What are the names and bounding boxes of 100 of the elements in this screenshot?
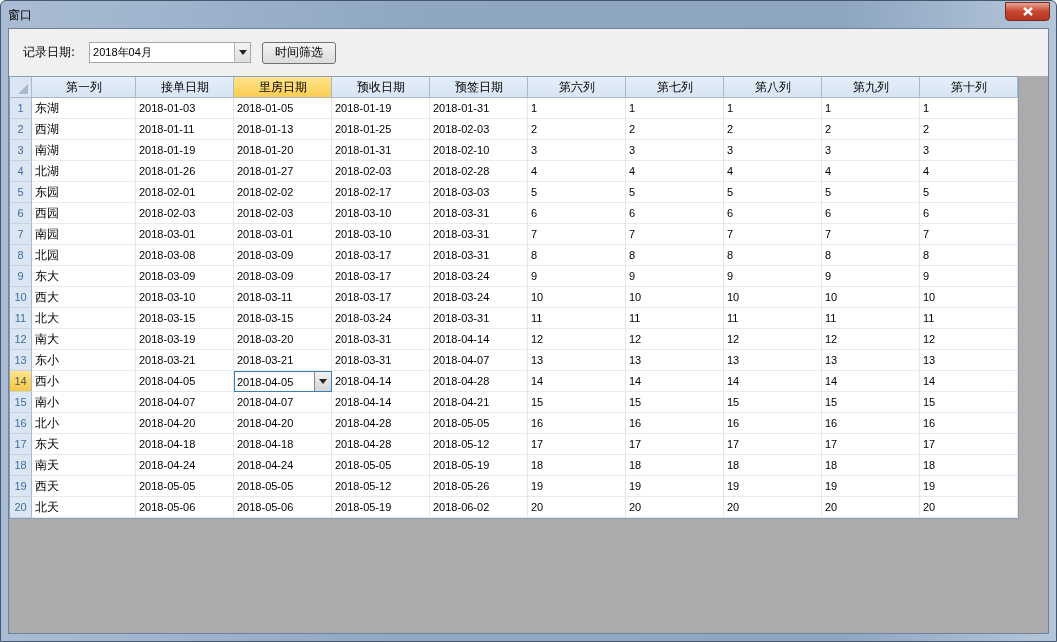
close-button[interactable] — [1005, 2, 1050, 21]
column-header[interactable]: 第九列 — [822, 77, 920, 98]
table-cell: 2018-02-02 — [234, 182, 332, 203]
column-header[interactable]: 预收日期 — [332, 77, 430, 98]
table-cell: 10 — [822, 287, 920, 308]
table-cell: 2018-03-24 — [430, 266, 528, 287]
table-cell: 10 — [920, 287, 1018, 308]
table-cell: 2018-03-31 — [430, 245, 528, 266]
row-header[interactable]: 3 — [10, 140, 32, 161]
table-cell: 17 — [920, 434, 1018, 455]
table-cell: 2018-03-31 — [332, 329, 430, 350]
row-header[interactable]: 7 — [10, 224, 32, 245]
column-header[interactable]: 第八列 — [724, 77, 822, 98]
table-cell: 7 — [528, 224, 626, 245]
table-cell: 11 — [626, 308, 724, 329]
date-editor-field[interactable]: 2018-04-05 — [234, 371, 332, 392]
table-cell: 2018-03-20 — [234, 329, 332, 350]
table-cell: 9 — [822, 266, 920, 287]
row-header[interactable]: 8 — [10, 245, 32, 266]
column-header[interactable]: 接单日期 — [136, 77, 234, 98]
table-cell: 14 — [528, 371, 626, 392]
table-cell: 2018-04-18 — [234, 434, 332, 455]
table-cell: 2018-04-07 — [234, 392, 332, 413]
table-cell: 南大 — [32, 329, 136, 350]
row-header[interactable]: 13 — [10, 350, 32, 371]
row-header[interactable]: 1 — [10, 98, 32, 119]
table-cell: 1 — [920, 98, 1018, 119]
row-header[interactable]: 6 — [10, 203, 32, 224]
row-header[interactable]: 16 — [10, 413, 32, 434]
table-cell: 5 — [724, 182, 822, 203]
table-cell: 17 — [528, 434, 626, 455]
table-cell: 20 — [626, 497, 724, 518]
table-cell: 2018-02-17 — [332, 182, 430, 203]
row-header[interactable]: 17 — [10, 434, 32, 455]
table-cell: 9 — [724, 266, 822, 287]
table-cell: 2018-04-28 — [430, 371, 528, 392]
row-header[interactable]: 4 — [10, 161, 32, 182]
table-cell: 7 — [822, 224, 920, 245]
row-header[interactable]: 14 — [10, 371, 32, 392]
table-cell: 16 — [822, 413, 920, 434]
table-cell: 2018-03-10 — [332, 224, 430, 245]
table-cell: 12 — [724, 329, 822, 350]
row-header[interactable]: 19 — [10, 476, 32, 497]
table-cell: 11 — [724, 308, 822, 329]
row-header[interactable]: 5 — [10, 182, 32, 203]
column-header[interactable]: 预签日期 — [430, 77, 528, 98]
table-cell: 15 — [528, 392, 626, 413]
table-cell: 2018-01-25 — [332, 119, 430, 140]
table-cell: 19 — [626, 476, 724, 497]
table-cell: 11 — [822, 308, 920, 329]
table-cell: 19 — [920, 476, 1018, 497]
column-header[interactable]: 第六列 — [528, 77, 626, 98]
table-cell: 北园 — [32, 245, 136, 266]
table-cell: 3 — [822, 140, 920, 161]
table-cell: 7 — [724, 224, 822, 245]
dropdown-button[interactable] — [234, 43, 251, 62]
table-cell: 14 — [724, 371, 822, 392]
row-header[interactable]: 15 — [10, 392, 32, 413]
table-cell: 5 — [528, 182, 626, 203]
time-filter-button[interactable]: 时间筛选 — [262, 41, 337, 64]
dropdown-button[interactable] — [314, 372, 331, 391]
row-header[interactable]: 20 — [10, 497, 32, 518]
column-header[interactable]: 第七列 — [626, 77, 724, 98]
table-cell: 20 — [822, 497, 920, 518]
column-header[interactable]: 第十列 — [920, 77, 1018, 98]
column-header[interactable]: 里房日期 — [234, 77, 332, 98]
table-cell: 2018-03-15 — [234, 308, 332, 329]
table-cell: 13 — [626, 350, 724, 371]
table-cell: 8 — [822, 245, 920, 266]
table-cell: 4 — [626, 161, 724, 182]
table-cell: 1 — [528, 98, 626, 119]
table-cell: 2018-03-17 — [332, 245, 430, 266]
table-cell: 2018-03-31 — [430, 308, 528, 329]
table-cell: 南园 — [32, 224, 136, 245]
table-cell: 2018-01-31 — [430, 98, 528, 119]
column-header[interactable]: 第一列 — [32, 77, 136, 98]
table-cell: 19 — [528, 476, 626, 497]
row-header[interactable]: 9 — [10, 266, 32, 287]
table-cell: 2 — [626, 119, 724, 140]
table-cell: 2018-03-21 — [136, 350, 234, 371]
close-icon — [1022, 7, 1033, 16]
row-header[interactable]: 12 — [10, 329, 32, 350]
table-cell: 2018-03-31 — [430, 203, 528, 224]
table-cell: 2018-04-07 — [136, 392, 234, 413]
table-cell: 2018-05-05 — [430, 413, 528, 434]
table-cell: 8 — [920, 245, 1018, 266]
table-cell: 5 — [822, 182, 920, 203]
row-header[interactable]: 2 — [10, 119, 32, 140]
table-cell: 4 — [528, 161, 626, 182]
month-dropdown[interactable]: 2018年04月 — [89, 42, 252, 63]
table-cell: 2018-01-27 — [234, 161, 332, 182]
table-cell: 西园 — [32, 203, 136, 224]
table-cell: 7 — [626, 224, 724, 245]
row-header[interactable]: 10 — [10, 287, 32, 308]
row-header[interactable]: 11 — [10, 308, 32, 329]
table-cell: 8 — [626, 245, 724, 266]
table-cell: 2018-05-12 — [332, 476, 430, 497]
table-cell: 3 — [920, 140, 1018, 161]
row-header[interactable]: 18 — [10, 455, 32, 476]
table-cell: 16 — [724, 413, 822, 434]
